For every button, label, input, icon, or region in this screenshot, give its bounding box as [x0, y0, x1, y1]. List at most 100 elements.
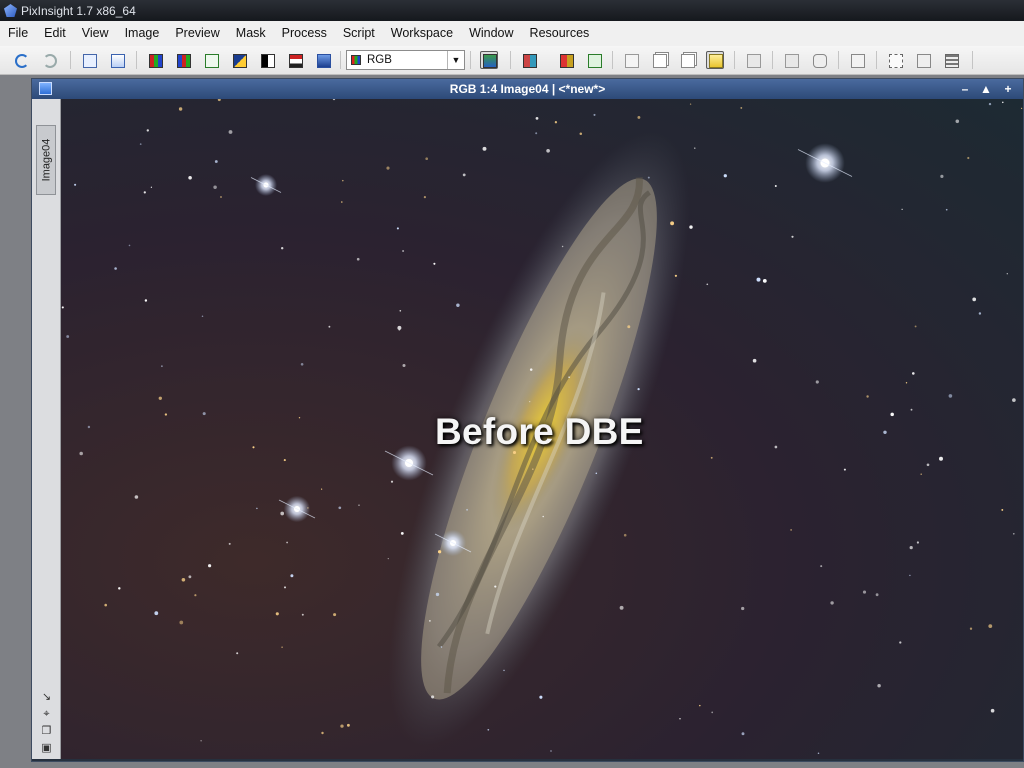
- star: [400, 531, 404, 535]
- copy-icon: [681, 54, 695, 68]
- star: [387, 557, 389, 560]
- star: [529, 400, 531, 403]
- star: [466, 508, 469, 511]
- menu-image[interactable]: Image: [117, 21, 168, 46]
- redo-button[interactable]: [40, 51, 58, 69]
- star: [1012, 398, 1016, 402]
- new-window-button[interactable]: [622, 51, 640, 69]
- mask-button[interactable]: [258, 51, 276, 69]
- invert-button[interactable]: [230, 51, 248, 69]
- image-window[interactable]: RGB 1:4 Image04 | <*new*> – ▲ + Image04 …: [31, 78, 1024, 762]
- arrow-icon[interactable]: ↘: [41, 692, 52, 703]
- star: [482, 146, 487, 151]
- new-image-button[interactable]: [585, 51, 603, 69]
- image-window-titlebar[interactable]: RGB 1:4 Image04 | <*new*> – ▲ +: [32, 79, 1023, 99]
- restore-button[interactable]: [914, 51, 932, 69]
- star: [920, 473, 922, 475]
- star: [220, 196, 222, 198]
- channel-display-button[interactable]: [480, 51, 498, 69]
- star: [593, 113, 596, 116]
- menu-workspace[interactable]: Workspace: [383, 21, 461, 46]
- star: [914, 325, 917, 328]
- show-mask-icon: [560, 54, 574, 68]
- toolbar-separator: [772, 51, 773, 69]
- star: [535, 117, 539, 120]
- star: [978, 312, 982, 315]
- star: [252, 446, 255, 449]
- star: [883, 430, 887, 435]
- maximize-icon[interactable]: +: [1001, 81, 1015, 97]
- star: [154, 611, 159, 616]
- toolbar-separator: [340, 51, 341, 69]
- star: [967, 156, 970, 160]
- star: [144, 299, 148, 302]
- menu-resources[interactable]: Resources: [522, 21, 598, 46]
- new-preview-button[interactable]: [202, 51, 220, 69]
- image-canvas[interactable]: Before DBE: [61, 99, 1023, 759]
- rgb-channels-button[interactable]: [146, 51, 164, 69]
- autostretch-button[interactable]: [706, 51, 724, 69]
- star: [328, 325, 331, 328]
- star: [550, 750, 552, 752]
- star: [756, 277, 761, 282]
- view-tab-image04[interactable]: Image04: [36, 125, 56, 195]
- settings-button[interactable]: [942, 51, 960, 69]
- toolbar-separator: [70, 51, 71, 69]
- crop-button[interactable]: [886, 51, 904, 69]
- toolbar-separator: [470, 51, 471, 69]
- menu-file[interactable]: File: [0, 21, 36, 46]
- duplicate-button[interactable]: [650, 51, 668, 69]
- clone-image-button[interactable]: [108, 51, 126, 69]
- identifier-button[interactable]: [80, 51, 98, 69]
- star: [217, 99, 221, 102]
- copy-button[interactable]: [678, 51, 696, 69]
- menu-process[interactable]: Process: [274, 21, 335, 46]
- rgb-mask-button[interactable]: [520, 51, 538, 69]
- star: [487, 728, 490, 731]
- menu-window[interactable]: Window: [461, 21, 521, 46]
- star: [440, 646, 443, 648]
- fit-icon[interactable]: ⌖: [41, 709, 52, 720]
- star: [433, 262, 436, 265]
- star: [694, 147, 696, 149]
- menu-mask[interactable]: Mask: [228, 21, 274, 46]
- pan-button[interactable]: [810, 51, 828, 69]
- star: [843, 468, 846, 471]
- image-window-icon[interactable]: [39, 82, 52, 95]
- save-button[interactable]: [286, 51, 304, 69]
- star: [912, 372, 915, 375]
- star: [990, 708, 995, 713]
- star: [114, 267, 117, 270]
- star: [341, 201, 343, 203]
- star: [791, 235, 794, 238]
- menu-view[interactable]: View: [74, 21, 117, 46]
- menu-preview[interactable]: Preview: [167, 21, 227, 46]
- star: [579, 132, 583, 135]
- star: [969, 627, 973, 630]
- star: [752, 358, 757, 363]
- zoom-out-button[interactable]: [782, 51, 800, 69]
- minimize-icon[interactable]: –: [958, 81, 972, 97]
- menu-edit[interactable]: Edit: [36, 21, 74, 46]
- channel-select[interactable]: RGB ▼: [346, 50, 465, 70]
- color-channels-button[interactable]: [174, 51, 192, 69]
- show-mask-button[interactable]: [557, 51, 575, 69]
- zoom-in-button[interactable]: [744, 51, 762, 69]
- app-titlebar: PixInsight 1.7 x86_64: [0, 0, 1024, 21]
- star: [909, 545, 913, 550]
- star: [281, 646, 283, 649]
- shade-icon[interactable]: ▲: [979, 81, 993, 97]
- star: [435, 592, 440, 597]
- star: [397, 325, 402, 330]
- undo-button[interactable]: [12, 51, 30, 69]
- star: [346, 723, 350, 727]
- menu-script[interactable]: Script: [335, 21, 383, 46]
- star: [456, 303, 460, 307]
- screen-transfer-button[interactable]: [314, 51, 332, 69]
- mask-view-icon[interactable]: ▣: [41, 743, 52, 754]
- channel-display-icon: [483, 54, 497, 68]
- fit-view-button[interactable]: [848, 51, 866, 69]
- chevron-down-icon[interactable]: ▼: [447, 51, 464, 69]
- settings-icon: [945, 54, 959, 68]
- copy-view-icon[interactable]: ❐: [41, 726, 52, 737]
